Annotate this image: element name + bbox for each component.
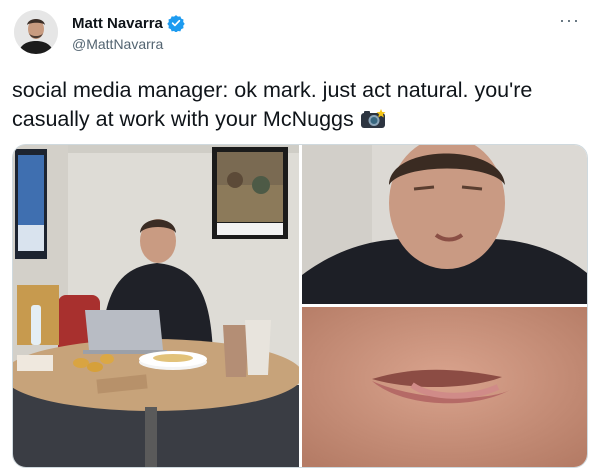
author-display-name[interactable]: Matt Navarra	[72, 15, 163, 32]
tweet-body: social media manager: ok mark. just act …	[12, 78, 533, 131]
media-grid	[12, 144, 588, 468]
verified-badge-icon	[167, 15, 185, 32]
lips-closeup-photo[interactable]	[302, 307, 587, 467]
face-closeup-photo[interactable]	[302, 145, 587, 304]
office-photo[interactable]	[13, 145, 299, 467]
author-handle[interactable]: @MattNavarra	[72, 36, 163, 52]
avatar[interactable]	[14, 10, 58, 54]
more-options-icon[interactable]: ···	[559, 10, 580, 31]
tweet-text: social media manager: ok mark. just act …	[12, 76, 592, 134]
camera-flash-icon	[360, 109, 386, 128]
author-name-row[interactable]: Matt Navarra	[72, 14, 185, 32]
